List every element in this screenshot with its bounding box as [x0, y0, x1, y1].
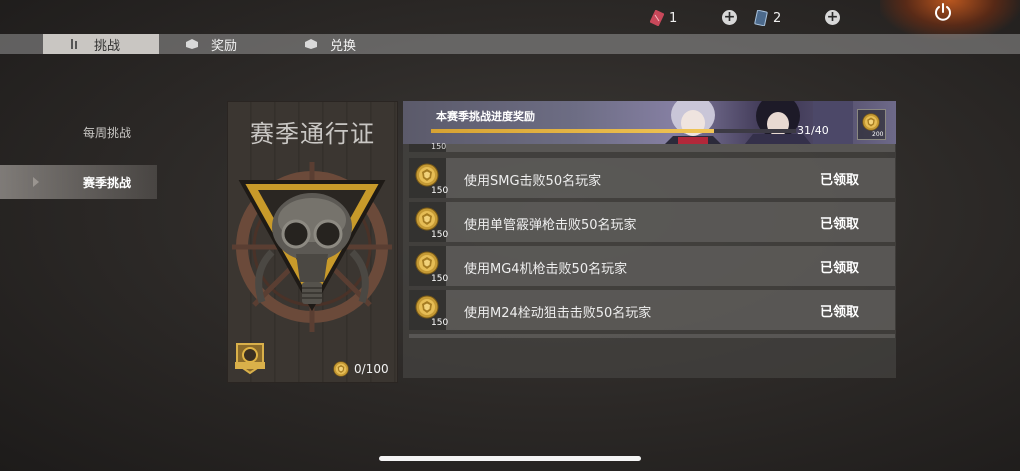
card-currency: 2	[754, 8, 781, 28]
season-pass-card[interactable]: 赛季通行证 0/100	[227, 101, 398, 383]
tab-label: 奖励	[211, 38, 238, 54]
season-progress-count: 31/40	[797, 124, 829, 137]
challenge-row[interactable]: 150 使用MG4机枪击败50名玩家 已领取	[409, 246, 895, 286]
power-icon[interactable]	[933, 2, 953, 22]
banner-title: 本赛季挑战进度奖励	[436, 110, 535, 123]
challenge-row[interactable]: 150 使用单管霰弹枪击败50名玩家 已领取	[409, 202, 895, 242]
reward-icon-box: 150	[409, 142, 447, 152]
selected-arrow-icon	[33, 177, 39, 187]
challenge-list-panel: 本赛季挑战进度奖励 31/40 200 150 150 使用SMG击败50名玩家…	[403, 101, 896, 378]
tab-bar: 挑战 奖励 兑换	[0, 34, 1020, 54]
tab-label: 挑战	[94, 38, 121, 54]
season-progress-banner: 本赛季挑战进度奖励 31/40 200	[403, 101, 896, 144]
reward-icon-box: 150	[409, 290, 449, 330]
claimed-status: 已领取	[820, 173, 860, 188]
reward-amount: 150	[431, 142, 447, 151]
nav-season-challenge[interactable]: 赛季挑战	[0, 165, 157, 199]
challenge-icon	[71, 39, 77, 49]
coin-icon	[415, 251, 439, 275]
reward-icon	[186, 39, 198, 49]
tab-label: 兑换	[330, 38, 357, 54]
season-progress-bar	[431, 129, 796, 133]
reward-amount: 150	[431, 230, 449, 240]
challenge-row[interactable]: 150 使用SMG击败50名玩家 已领取	[409, 158, 895, 198]
rank-badge-icon	[235, 343, 265, 375]
season-progress-bar-fill	[431, 129, 714, 133]
claimed-status: 已领取	[820, 261, 860, 276]
reward-icon-box: 150	[409, 202, 449, 242]
add-card-button[interactable]: +	[825, 10, 840, 25]
ticket-icon	[650, 10, 664, 26]
challenge-description: 使用SMG击败50名玩家	[464, 174, 602, 189]
reward-amount: 150	[431, 186, 449, 196]
claimed-status: 已领取	[820, 217, 860, 232]
nav-label: 每周挑战	[83, 125, 132, 140]
challenge-row[interactable]: 150 使用M24栓动狙击击败50名玩家 已领取	[409, 290, 895, 330]
challenge-description: 使用单管霰弹枪击败50名玩家	[464, 218, 637, 233]
add-ticket-button[interactable]: +	[722, 10, 737, 25]
anime-characters-image	[665, 101, 853, 144]
season-progress-text: 0/100	[354, 362, 389, 376]
tab-reward[interactable]: 奖励	[185, 34, 237, 54]
challenge-row-partial: 150	[409, 142, 895, 152]
nav-weekly-challenge[interactable]: 每周挑战	[0, 115, 157, 149]
reward-amount: 150	[431, 318, 449, 328]
reward-amount: 150	[431, 274, 449, 284]
home-indicator[interactable]	[379, 456, 641, 461]
progress-reward-chest[interactable]: 200	[857, 109, 886, 140]
exchange-icon	[305, 39, 317, 49]
ticket-count: 1	[669, 10, 678, 26]
reward-icon-box: 150	[409, 246, 449, 286]
coin-icon	[333, 361, 349, 377]
card-count: 2	[773, 10, 782, 26]
coin-icon	[862, 113, 880, 131]
reward-amount: 200	[872, 131, 884, 138]
claimed-status: 已领取	[820, 305, 860, 320]
challenge-description: 使用M24栓动狙击击败50名玩家	[464, 306, 652, 321]
gas-mask-emblem-image	[232, 162, 392, 332]
coin-icon	[415, 295, 439, 319]
card-icon	[754, 10, 768, 26]
season-pass-title: 赛季通行证	[250, 120, 375, 148]
tab-challenge[interactable]: 挑战	[43, 34, 159, 54]
challenge-description: 使用MG4机枪击败50名玩家	[464, 262, 628, 277]
reward-icon-box: 150	[409, 158, 449, 198]
challenge-row-partial	[409, 334, 895, 338]
ticket-currency: 1	[650, 8, 677, 28]
coin-icon	[415, 163, 439, 187]
coin-icon	[415, 207, 439, 231]
nav-label: 赛季挑战	[83, 175, 132, 190]
season-pass-progress: 0/100	[333, 361, 389, 377]
tab-exchange[interactable]: 兑换	[304, 34, 356, 54]
